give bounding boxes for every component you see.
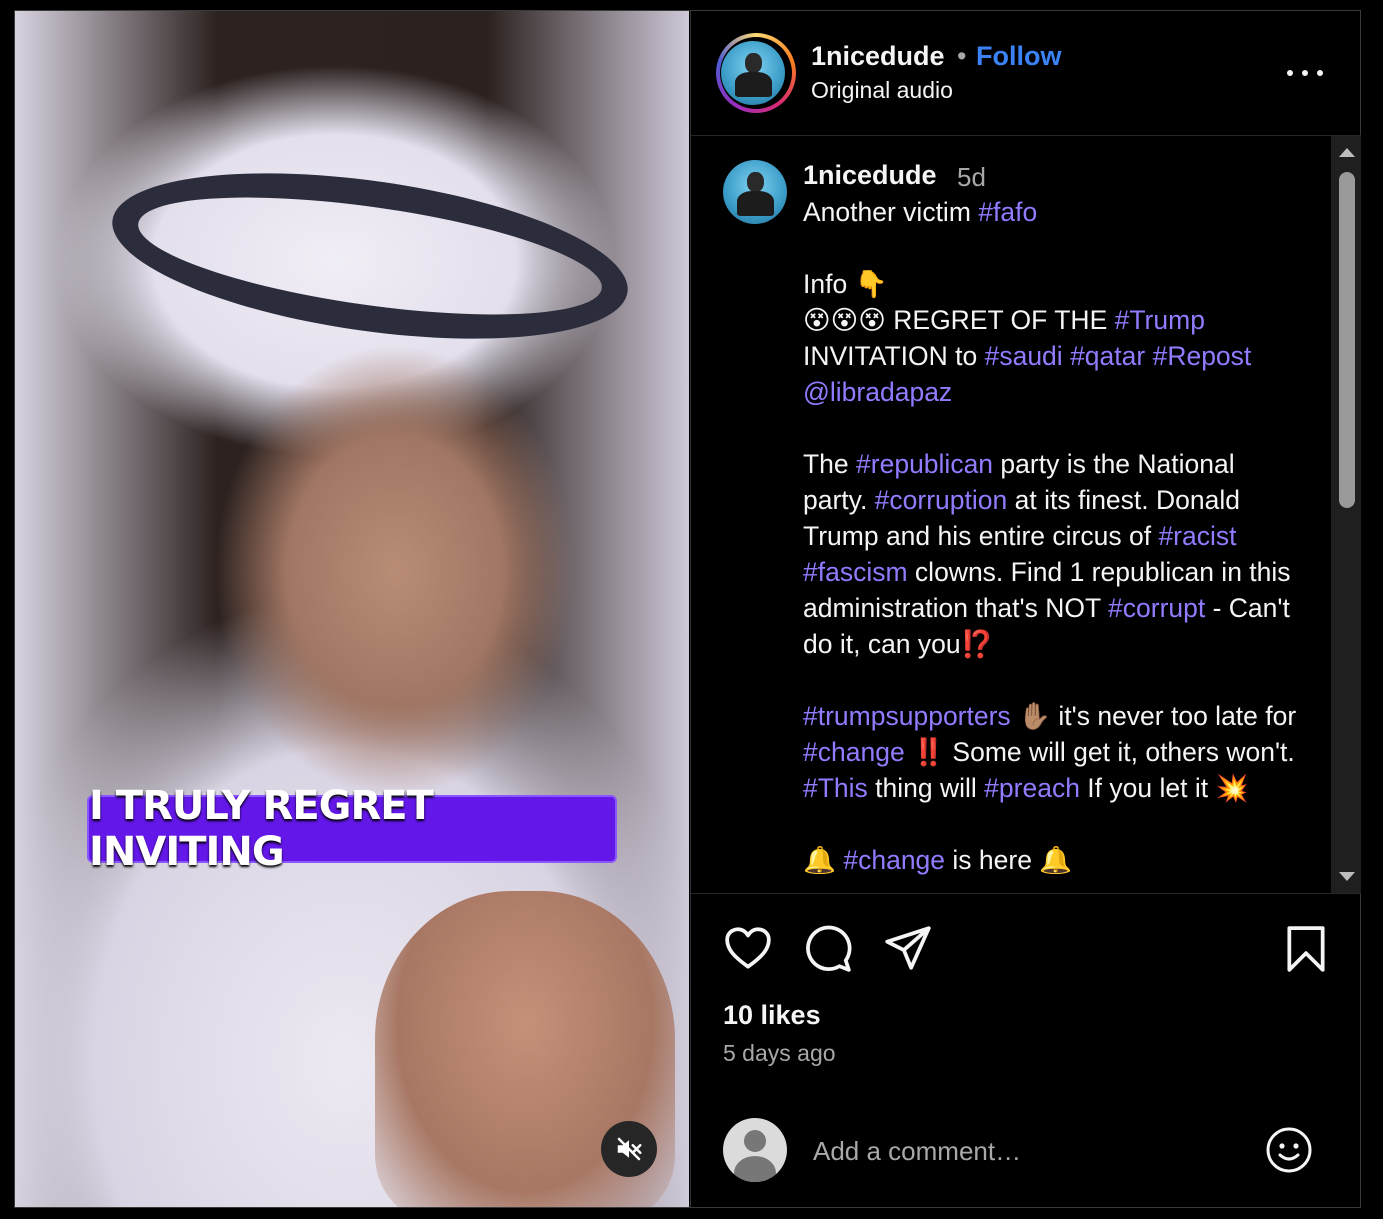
scrollbar-thumb[interactable] [1339, 172, 1355, 508]
hashtag-link[interactable]: #This [803, 773, 868, 803]
caption-text: Another victim #fafo Info 👇 😵😵😵 REGRET O… [803, 194, 1303, 893]
caption-username[interactable]: 1nicedude [803, 160, 937, 191]
hashtag-link[interactable]: #qatar [1070, 341, 1145, 371]
speaker-muted-icon [617, 1137, 642, 1161]
hashtag-link[interactable]: #racist [1158, 521, 1236, 551]
scrollbar[interactable] [1331, 136, 1361, 893]
post-header: 1nicedude • Follow Original audio [691, 11, 1361, 136]
hashtag-link[interactable]: #corrupt [1108, 593, 1205, 623]
caption-timestamp[interactable]: 5d [957, 162, 986, 193]
more-options-icon[interactable] [1287, 65, 1323, 81]
caption-text-segment: is here 🔔 [945, 845, 1073, 875]
hashtag-link[interactable]: #change [843, 845, 945, 875]
post-details-panel: 1nicedude • Follow Original audio 1niced… [690, 11, 1361, 1207]
video-caption-text: I TRULY REGRET INVITING [89, 783, 434, 875]
mention-link[interactable]: @libradapaz [803, 377, 952, 407]
caption-text-segment: REGRET OF THE [885, 305, 1115, 335]
caption-emoji: 😵😵😵 [803, 305, 886, 335]
caption-text-segment: Another victim [803, 197, 979, 227]
header-username[interactable]: 1nicedude [811, 41, 945, 72]
emoji-icon[interactable] [1265, 1126, 1313, 1174]
caption-text-segment: ✋🏽 it's never too late for [1010, 701, 1297, 731]
caption-avatar[interactable] [723, 160, 787, 224]
likes-count[interactable]: 10 likes [723, 1000, 821, 1031]
hashtag-link[interactable]: #fafo [978, 197, 1037, 227]
comment-input[interactable] [811, 1130, 1245, 1172]
hashtag-link[interactable]: #trumpsupporters [803, 701, 1011, 731]
video-frame-detail [102, 145, 638, 367]
follow-button[interactable]: Follow [976, 41, 1061, 72]
post-date[interactable]: 5 days ago [723, 1040, 836, 1067]
scroll-down-arrow-icon[interactable] [1339, 872, 1355, 881]
caption-text-segment: If you let it 💥 [1079, 773, 1249, 803]
hashtag-link[interactable]: #saudi [985, 341, 1063, 371]
hashtag-link[interactable]: #fascism [803, 557, 908, 587]
share-icon[interactable] [883, 924, 933, 974]
scroll-up-arrow-icon[interactable] [1339, 148, 1355, 157]
heart-icon[interactable] [723, 924, 773, 974]
bookmark-icon[interactable] [1281, 924, 1331, 974]
current-user-avatar [723, 1118, 787, 1182]
hashtag-link[interactable]: #preach [984, 773, 1080, 803]
caption-text-segment: Info 👇 [803, 269, 888, 299]
video-caption: I TRULY REGRET INVITING [87, 783, 617, 875]
caption-text-segment: The [803, 449, 857, 479]
caption-text-segment: thing will [867, 773, 985, 803]
caption-text-segment: INVITATION to [803, 341, 985, 371]
caption-scroll-area[interactable]: 1nicedude 5d Another victim #fafo Info 👇… [691, 136, 1331, 893]
action-bar: 10 likes 5 days ago [691, 893, 1361, 1208]
hashtag-link[interactable]: #change [803, 737, 905, 767]
caption-text-segment: ‼️ Some will get it, others won't. [904, 737, 1295, 767]
hashtag-link[interactable]: #Repost [1153, 341, 1252, 371]
reel-video[interactable]: I TRULY REGRET INVITING [15, 11, 689, 1207]
separator-dot: • [957, 41, 967, 71]
mute-button[interactable] [601, 1121, 657, 1177]
hashtag-link[interactable]: #corruption [875, 485, 1008, 515]
hashtag-link[interactable]: #Trump [1115, 305, 1205, 335]
comment-icon[interactable] [803, 924, 853, 974]
caption-text-segment: 🔔 [803, 845, 844, 875]
hashtag-link[interactable]: #republican [856, 449, 993, 479]
avatar[interactable] [721, 41, 785, 105]
audio-link[interactable]: Original audio [811, 77, 953, 104]
